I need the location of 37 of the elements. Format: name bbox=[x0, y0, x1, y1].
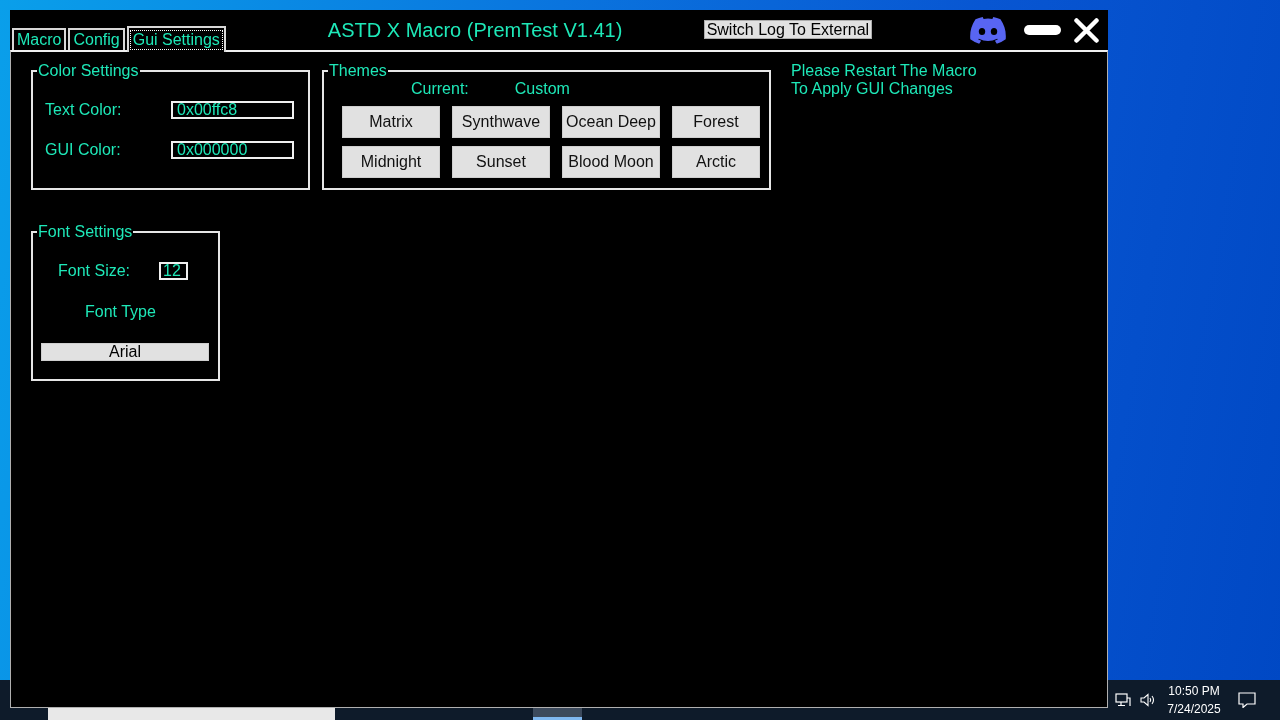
group-title: Font Settings bbox=[37, 223, 134, 241]
search-field[interactable] bbox=[48, 708, 335, 720]
clock-date: 7/24/2025 bbox=[1167, 701, 1221, 718]
taskbar-app-button[interactable] bbox=[533, 708, 582, 720]
tab[interactable]: Gui Settings bbox=[126, 26, 226, 52]
current-theme-value: Custom bbox=[514, 80, 570, 98]
theme-button[interactable]: Forest bbox=[672, 106, 760, 138]
theme-button[interactable]: Ocean Deep bbox=[562, 106, 660, 138]
theme-button[interactable]: Sunset bbox=[452, 146, 550, 178]
field-label: Text Color: bbox=[45, 101, 123, 119]
tab[interactable]: Macro bbox=[12, 28, 67, 50]
network-icon[interactable] bbox=[1115, 693, 1131, 707]
color-input[interactable]: 0x00ffc8 bbox=[171, 101, 294, 119]
clock-time: 10:50 PM bbox=[1168, 683, 1220, 700]
color-input[interactable]: 0x000000 bbox=[171, 141, 294, 159]
switch-log-button[interactable]: Switch Log To External bbox=[703, 20, 872, 39]
theme-button[interactable]: Synthwave bbox=[452, 106, 550, 138]
theme-button[interactable]: Arctic bbox=[672, 146, 760, 178]
theme-button[interactable]: Blood Moon bbox=[562, 146, 660, 178]
font-size-label: Font Size: bbox=[58, 262, 132, 280]
discord-icon[interactable] bbox=[969, 16, 1006, 44]
tab[interactable]: Config bbox=[68, 28, 125, 50]
font-dropdown[interactable]: Arial bbox=[41, 343, 209, 361]
font-size-input[interactable]: 12 bbox=[159, 262, 188, 280]
font-type-label: Font Type bbox=[85, 303, 156, 321]
field-label: GUI Color: bbox=[45, 141, 122, 159]
theme-button[interactable]: Matrix bbox=[342, 106, 440, 138]
group-title: Themes bbox=[328, 62, 388, 80]
restart-notice: Please Restart The Macro To Apply GUI Changes bbox=[791, 62, 978, 98]
volume-icon[interactable] bbox=[1140, 693, 1156, 707]
minimize-icon[interactable] bbox=[1023, 25, 1061, 35]
current-theme-label: Current: bbox=[411, 80, 469, 98]
notification-icon[interactable] bbox=[1238, 692, 1256, 708]
group-title: Color Settings bbox=[37, 62, 140, 80]
close-icon[interactable] bbox=[1073, 17, 1099, 43]
theme-button[interactable]: Midnight bbox=[342, 146, 440, 178]
window-title: ASTD X Macro (PremTest V1.41) bbox=[327, 18, 623, 41]
